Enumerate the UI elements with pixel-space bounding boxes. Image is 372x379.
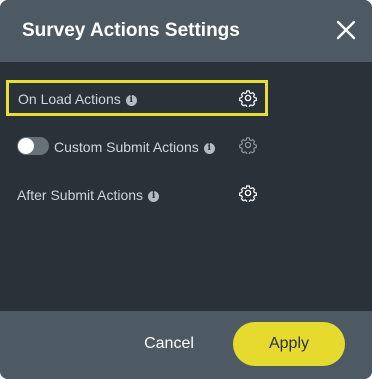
custom-submit-actions-toggle[interactable] bbox=[17, 137, 49, 155]
info-icon: i bbox=[203, 143, 215, 154]
after-submit-actions-text: After Submit Actions bbox=[17, 187, 144, 203]
after-submit-actions-label: After Submit Actions i bbox=[17, 186, 160, 204]
cancel-button[interactable]: Cancel bbox=[132, 331, 206, 357]
info-icon: i bbox=[148, 191, 160, 202]
on-load-actions-label: On Load Actions i bbox=[18, 90, 137, 108]
dialog-title: Survey Actions Settings bbox=[22, 20, 240, 41]
on-load-actions-row: On Load Actions i bbox=[6, 80, 268, 116]
gear-icon[interactable] bbox=[239, 136, 257, 154]
custom-submit-actions-label: Custom Submit Actions i bbox=[54, 138, 215, 156]
survey-actions-settings-dialog: Survey Actions Settings On Load Actions i… bbox=[0, 0, 372, 379]
on-load-actions-text: On Load Actions bbox=[18, 91, 121, 107]
dialog-header: Survey Actions Settings bbox=[0, 0, 372, 62]
gear-icon[interactable] bbox=[239, 89, 257, 107]
apply-button[interactable]: Apply bbox=[233, 322, 345, 366]
close-icon bbox=[336, 20, 356, 40]
custom-submit-actions-text: Custom Submit Actions bbox=[54, 139, 199, 155]
close-button[interactable] bbox=[332, 16, 360, 44]
info-icon: i bbox=[125, 95, 137, 106]
toggle-knob bbox=[18, 138, 34, 154]
dialog-footer: Cancel Apply bbox=[0, 311, 372, 379]
gear-icon[interactable] bbox=[239, 184, 257, 202]
